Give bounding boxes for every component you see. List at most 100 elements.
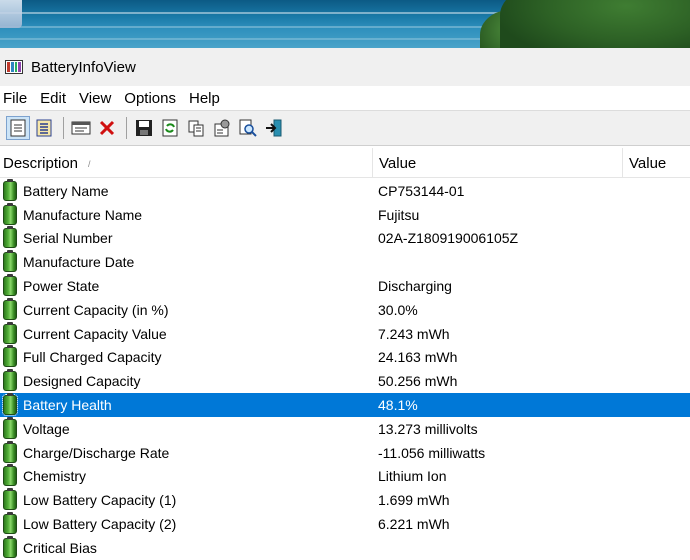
toolbar-separator bbox=[126, 117, 127, 139]
item-value: 02A-Z180919006105Z bbox=[378, 230, 519, 247]
item-description: Low Battery Capacity (1) bbox=[23, 492, 177, 509]
list-item[interactable]: Designed Capacity 50.256 mWh bbox=[0, 369, 690, 393]
menu-edit[interactable]: Edit bbox=[37, 90, 70, 107]
app-icon bbox=[5, 60, 23, 74]
find-button[interactable] bbox=[236, 116, 260, 140]
wallpaper-island bbox=[500, 0, 690, 48]
battery-icon bbox=[3, 369, 17, 392]
item-description: Battery Name bbox=[23, 182, 109, 199]
list-view-icon bbox=[36, 119, 52, 137]
recycle-bin-icon[interactable] bbox=[0, 0, 22, 28]
item-description: Current Capacity Value bbox=[23, 325, 167, 342]
battery-icon bbox=[3, 297, 17, 320]
list-view-button[interactable] bbox=[32, 116, 56, 140]
delete-button[interactable] bbox=[95, 116, 119, 140]
item-description: Manufacture Date bbox=[23, 254, 135, 271]
battery-icon bbox=[3, 321, 17, 344]
exit-button[interactable] bbox=[262, 116, 286, 140]
item-description: Battery Health bbox=[23, 397, 112, 414]
item-description: Designed Capacity bbox=[23, 373, 141, 390]
item-value: CP753144-01 bbox=[378, 182, 465, 199]
list-item[interactable]: Low Battery Capacity (1) 1.699 mWh bbox=[0, 488, 690, 512]
list-item-selected[interactable]: Battery Health 48.1% bbox=[0, 393, 690, 417]
list-item[interactable]: Current Capacity Value 7.243 mWh bbox=[0, 321, 690, 346]
battery-icon bbox=[3, 416, 17, 439]
desktop-wallpaper bbox=[0, 0, 690, 48]
item-value: 50.256 mWh bbox=[378, 373, 458, 390]
item-description: Serial Number bbox=[23, 230, 113, 247]
title-bar[interactable]: BatteryInfoView bbox=[0, 48, 690, 86]
battery-icon bbox=[3, 535, 17, 558]
item-value: 13.273 millivolts bbox=[378, 420, 478, 437]
item-value: Fujitsu bbox=[378, 206, 420, 223]
battery-icon bbox=[3, 178, 17, 201]
column-header-value-2[interactable]: Value bbox=[622, 148, 690, 178]
copy-button[interactable] bbox=[184, 116, 208, 140]
list-item[interactable]: Chemistry Lithium Ion bbox=[0, 464, 690, 489]
properties-button[interactable] bbox=[210, 116, 234, 140]
list-item[interactable]: Critical Bias bbox=[0, 535, 690, 560]
toolbar bbox=[0, 110, 690, 146]
menu-help[interactable]: Help bbox=[186, 90, 224, 107]
list-item[interactable]: Power State Discharging bbox=[0, 274, 690, 298]
find-icon bbox=[239, 119, 257, 137]
battery-icon bbox=[3, 202, 17, 225]
battery-icon bbox=[3, 464, 17, 487]
battery-icon bbox=[3, 274, 17, 297]
menu-view[interactable]: View bbox=[76, 90, 115, 107]
battery-icon bbox=[3, 250, 17, 273]
column-header-description-label: Description bbox=[3, 154, 79, 172]
item-value: Lithium Ion bbox=[378, 468, 447, 485]
item-description: Voltage bbox=[23, 420, 70, 437]
menu-bar: File Edit View Options Help bbox=[0, 86, 690, 110]
battery-icon bbox=[3, 226, 17, 249]
list-item[interactable]: Charge/Discharge Rate -11.056 milliwatts bbox=[0, 440, 690, 465]
column-header-value[interactable]: Value bbox=[372, 148, 622, 178]
list-item[interactable]: Full Charged Capacity 24.163 mWh bbox=[0, 345, 690, 370]
item-description: Manufacture Name bbox=[23, 206, 143, 223]
item-description: Low Battery Capacity (2) bbox=[23, 516, 177, 533]
menu-options[interactable]: Options bbox=[121, 90, 180, 107]
save-icon bbox=[136, 120, 152, 136]
toolbar-separator bbox=[63, 117, 64, 139]
list-item[interactable]: Low Battery Capacity (2) 6.221 mWh bbox=[0, 512, 690, 536]
item-description: Charge/Discharge Rate bbox=[23, 444, 170, 461]
list-item[interactable]: Serial Number 02A-Z180919006105Z bbox=[0, 226, 690, 251]
sort-indicator-icon: / bbox=[88, 159, 91, 169]
battery-icon bbox=[3, 440, 17, 463]
list-item[interactable]: Battery Name CP753144-01 bbox=[0, 178, 690, 203]
item-value: 1.699 mWh bbox=[378, 492, 450, 509]
item-value: Discharging bbox=[378, 278, 452, 295]
log-window-button[interactable] bbox=[69, 116, 93, 140]
item-value: 7.243 mWh bbox=[378, 325, 450, 342]
menu-file[interactable]: File bbox=[0, 90, 31, 107]
exit-icon bbox=[266, 119, 282, 137]
battery-icon bbox=[3, 512, 17, 535]
list-item[interactable]: Voltage 13.273 millivolts bbox=[0, 416, 690, 441]
item-description: Power State bbox=[23, 278, 100, 295]
item-value: -11.056 milliwatts bbox=[378, 444, 486, 461]
battery-icon bbox=[3, 488, 17, 511]
item-description: Chemistry bbox=[23, 468, 87, 485]
list-item[interactable]: Manufacture Date bbox=[0, 250, 690, 274]
item-description: Current Capacity (in %) bbox=[23, 301, 169, 318]
list-header: Description / Value Value bbox=[0, 148, 690, 178]
refresh-button[interactable] bbox=[158, 116, 182, 140]
list-item[interactable]: Manufacture Name Fujitsu bbox=[0, 202, 690, 227]
item-description: Full Charged Capacity bbox=[23, 349, 162, 366]
item-value: 48.1% bbox=[378, 397, 418, 414]
window-title: BatteryInfoView bbox=[31, 58, 136, 76]
copy-icon bbox=[188, 120, 204, 137]
item-value: 30.0% bbox=[378, 301, 418, 318]
column-header-value-2-label: Value bbox=[629, 154, 667, 172]
save-button[interactable] bbox=[132, 116, 156, 140]
item-value: 24.163 mWh bbox=[378, 349, 458, 366]
delete-icon bbox=[99, 120, 115, 136]
column-header-description[interactable]: Description / bbox=[0, 148, 372, 178]
html-report-icon bbox=[10, 119, 26, 137]
column-header-value-label: Value bbox=[379, 154, 417, 172]
list-item[interactable]: Current Capacity (in %) 30.0% bbox=[0, 297, 690, 322]
item-value: 6.221 mWh bbox=[378, 516, 450, 533]
html-report-button[interactable] bbox=[6, 116, 30, 140]
item-description: Critical Bias bbox=[23, 539, 97, 556]
